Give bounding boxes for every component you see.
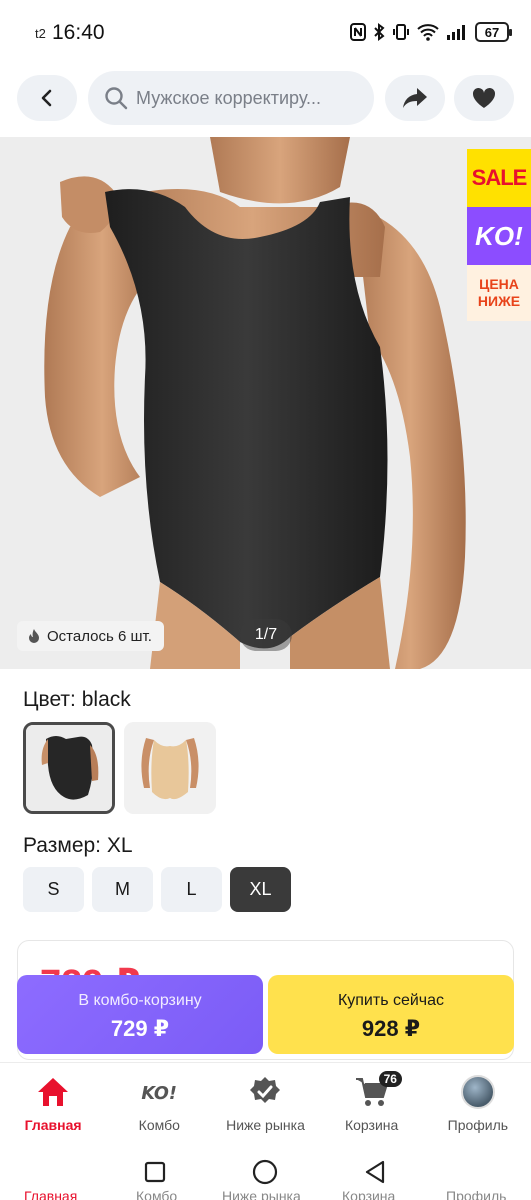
ghost-label-home: Главная <box>24 1188 78 1200</box>
buy-button-price: 928 ₽ <box>361 1016 421 1041</box>
nav-item-home[interactable]: Главная <box>0 1063 106 1146</box>
circle-icon <box>252 1159 278 1185</box>
nav-item-combo[interactable]: KO! Комбо <box>106 1063 212 1146</box>
avatar <box>460 1075 495 1109</box>
nav-label-below-market: Ниже рынка <box>226 1117 305 1133</box>
price-below-line2: НИЖЕ <box>477 293 521 309</box>
home-system-button[interactable] <box>252 1159 278 1185</box>
square-icon <box>144 1161 166 1183</box>
nav-label-profile: Профиль <box>447 1117 509 1133</box>
buy-now-button[interactable]: Купить сейчас 928 ₽ <box>268 975 514 1054</box>
chevron-left-icon <box>41 89 52 107</box>
nfc-icon <box>350 23 366 41</box>
top-header: Мужское корректиру... <box>0 66 531 136</box>
combo-button-price: 729 ₽ <box>110 1016 170 1041</box>
fire-icon <box>29 629 39 643</box>
system-navigation-bar: Главная Комбо Ниже рынка Корзина Профиль <box>0 1146 531 1200</box>
ghost-label-combo: Комбо <box>136 1188 178 1200</box>
back-system-button[interactable] <box>362 1159 388 1185</box>
stock-badge: Осталось 6 шт. <box>17 621 164 651</box>
heart-icon <box>472 87 496 108</box>
search-icon <box>105 87 128 110</box>
ko-label: KO! <box>467 207 531 265</box>
search-input[interactable]: Мужское корректиру... <box>88 71 374 125</box>
back-button[interactable] <box>17 75 77 121</box>
combo-button-label: В комбо-корзину <box>78 992 202 1009</box>
color-label: Цвет: black <box>23 688 131 711</box>
carrier-label: t2 <box>35 26 46 41</box>
badge-check-icon <box>250 1077 281 1103</box>
stock-text: Осталось 6 шт. <box>47 627 152 645</box>
swatch-image-black <box>26 725 112 811</box>
ghost-label-below-market: Ниже рынка <box>222 1188 301 1200</box>
sale-label: SALE <box>467 149 531 207</box>
share-button[interactable] <box>385 75 445 121</box>
swatch-image-beige <box>124 722 216 814</box>
size-label: Размер: XL <box>23 834 133 857</box>
product-photo <box>0 137 531 669</box>
size-option-xl[interactable]: XL <box>230 867 291 912</box>
size-option-m[interactable]: M <box>92 867 153 912</box>
ghost-label-cart: Корзина <box>342 1188 396 1200</box>
nav-item-cart[interactable]: 76 Корзина <box>319 1063 425 1146</box>
clock: 16:40 <box>52 21 105 44</box>
signal-icon <box>447 25 465 40</box>
price-below-label: ЦЕНА НИЖЕ <box>467 265 531 321</box>
search-query: Мужское корректиру... <box>136 87 322 108</box>
battery-icon: 67 <box>475 22 512 42</box>
home-icon <box>38 1078 69 1106</box>
product-image-gallery[interactable]: SALE KO! ЦЕНА НИЖЕ Осталось 6 шт. 1/7 <box>0 137 531 669</box>
nav-label-combo: Комбо <box>138 1117 180 1133</box>
cart-count-badge: 76 <box>378 1071 402 1087</box>
size-option-l[interactable]: L <box>161 867 222 912</box>
bluetooth-icon <box>374 23 385 41</box>
promo-sticker: SALE KO! ЦЕНА НИЖЕ <box>467 149 531 321</box>
add-to-combo-cart-button[interactable]: В комбо-корзину 729 ₽ <box>17 975 263 1054</box>
bottom-navigation: Главная KO! Комбо Ниже рынка 76 Корзина … <box>0 1062 531 1146</box>
size-selector: S M L XL <box>23 867 291 912</box>
ghost-label-profile: Профиль <box>446 1188 507 1200</box>
nav-label-home: Главная <box>24 1117 82 1133</box>
color-swatch-beige[interactable] <box>124 722 216 814</box>
triangle-back-icon <box>365 1160 385 1184</box>
vibrate-icon <box>393 24 409 40</box>
share-arrow-icon <box>403 88 427 108</box>
buy-button-label: Купить сейчас <box>337 992 445 1009</box>
size-option-s[interactable]: S <box>23 867 84 912</box>
status-icons: 67 <box>350 22 512 42</box>
nav-item-profile[interactable]: Профиль <box>425 1063 531 1146</box>
svg-text:KO!: KO! <box>142 1084 178 1104</box>
nav-label-cart: Корзина <box>344 1117 399 1133</box>
image-counter: 1/7 <box>240 619 292 651</box>
favorite-button[interactable] <box>454 75 514 121</box>
wifi-icon <box>417 24 439 41</box>
price-below-line1: ЦЕНА <box>479 276 519 292</box>
status-bar: t2 16:40 67 <box>0 0 531 66</box>
recents-button[interactable] <box>142 1159 168 1185</box>
ko-logo-icon: KO! <box>142 1084 178 1104</box>
nav-item-below-market[interactable]: Ниже рынка <box>212 1063 318 1146</box>
color-swatch-black[interactable] <box>23 722 115 814</box>
